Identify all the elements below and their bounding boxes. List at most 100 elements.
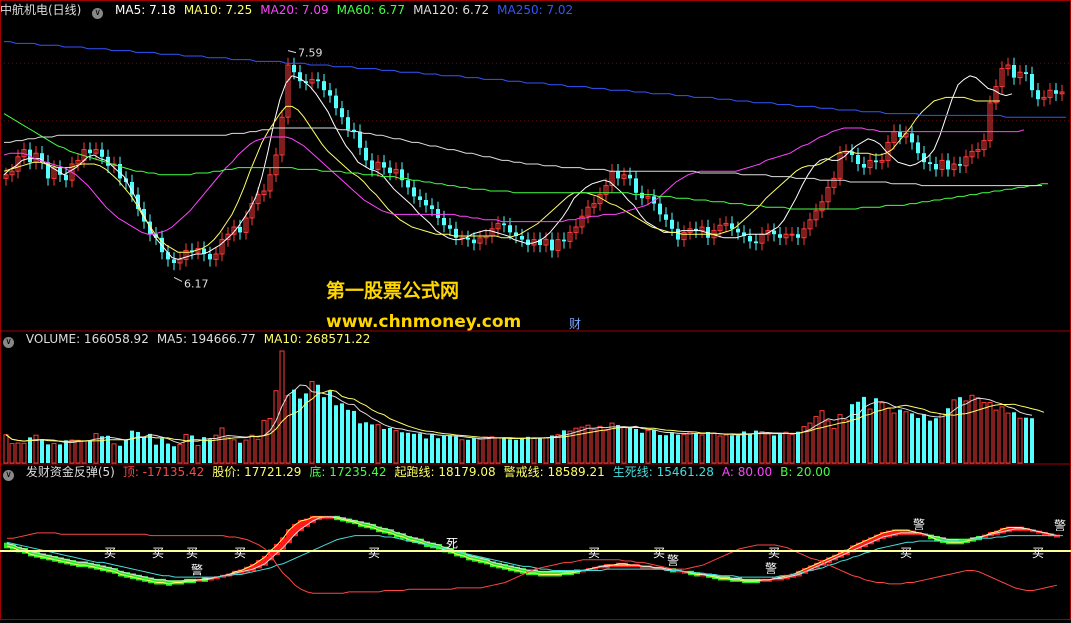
main-indicator-3: MA60: 6.77 <box>336 3 406 17</box>
warn-signal-label: 警 <box>1054 518 1066 533</box>
volume-bar <box>765 433 771 464</box>
collapse-icon[interactable]: ∨ <box>3 337 14 348</box>
volume-bar <box>711 432 717 464</box>
volume-bar <box>142 436 146 463</box>
financial-report-marker[interactable]: 财 <box>569 315 581 332</box>
volume-bar <box>658 434 662 463</box>
volume-bar <box>903 411 909 464</box>
candle-body <box>1036 90 1040 100</box>
candle-body <box>346 117 350 130</box>
candle-body <box>388 167 392 173</box>
volume-bar <box>621 426 627 464</box>
volume-bar <box>358 423 362 463</box>
candle-body <box>550 239 554 251</box>
collapse-icon[interactable]: ∨ <box>3 470 14 481</box>
candle-body <box>526 239 530 245</box>
volume-bar <box>1017 417 1023 464</box>
volume-bar <box>459 439 465 464</box>
warn-signal-label: 警 <box>913 516 925 531</box>
buy-signal-label: 买 <box>368 546 380 560</box>
volume-bar <box>687 431 693 464</box>
candle-body <box>406 180 410 188</box>
signal-indicator-2: 股价: 17721.29 <box>212 465 302 479</box>
volume-bar <box>3 434 9 464</box>
volume-bar <box>819 410 825 464</box>
warn-signal-label: 警 <box>765 560 777 575</box>
buy-signal-label: 买 <box>653 546 665 560</box>
volume-bar <box>219 427 225 464</box>
volume-bar <box>249 434 255 464</box>
volume-bar <box>375 424 381 464</box>
signal-indicator-3: 底: 17235.42 <box>309 465 387 479</box>
volume-bar <box>406 432 410 463</box>
signal-band <box>4 542 10 549</box>
volume-bar <box>502 437 506 463</box>
volume-bar <box>616 424 620 463</box>
volume-bar <box>472 437 476 463</box>
candle-body <box>430 205 434 209</box>
volume-bar <box>645 429 651 464</box>
volume-bar <box>898 409 902 463</box>
volume-bar <box>454 436 458 463</box>
volume-bar <box>999 406 1005 464</box>
candle-body <box>736 228 740 233</box>
main-indicator-4: MA120: 6.72 <box>413 3 490 17</box>
volume-bar <box>202 437 206 463</box>
volume-bar <box>987 402 993 464</box>
volume-bar <box>334 405 338 463</box>
volume-bar <box>1005 412 1011 464</box>
volume-bar <box>322 397 326 463</box>
volume-bar <box>640 432 644 463</box>
volume-bar <box>81 440 87 464</box>
volume-bar <box>316 384 320 463</box>
candle-body <box>748 236 752 242</box>
volume-bar <box>555 434 561 464</box>
candle-body <box>340 108 344 118</box>
candle-body <box>910 133 914 143</box>
volume-bar <box>969 394 975 464</box>
buy-signal-label: 买 <box>1032 546 1044 560</box>
candle-body <box>934 164 938 170</box>
main-indicator-1: MA10: 7.25 <box>183 3 253 17</box>
volume-bar <box>231 439 237 464</box>
collapse-icon[interactable]: ∨ <box>92 8 104 19</box>
volume-bar <box>676 434 680 463</box>
volume-bar <box>46 444 50 463</box>
volume-bar <box>730 435 734 463</box>
volume-bar <box>813 416 819 464</box>
signal-indicator-6: 生死线: 15461.28 <box>612 465 714 479</box>
volume-bar <box>975 397 981 464</box>
volume-bar <box>891 412 897 464</box>
volume-bar <box>436 438 440 463</box>
volume-bar <box>885 408 891 464</box>
death-signal-label: 死 <box>446 537 458 551</box>
frame-border <box>0 0 1071 620</box>
candle-body <box>778 234 782 238</box>
volume-bar <box>597 425 603 464</box>
volume-bar <box>1024 417 1028 463</box>
candle-body <box>358 131 362 148</box>
volume-bar <box>225 436 231 464</box>
volume-bar <box>388 427 392 463</box>
volume-bar <box>531 437 537 464</box>
candle-body <box>664 214 668 220</box>
volume-bar <box>652 429 656 463</box>
warn-signal-label: 警 <box>667 552 679 567</box>
candle-body <box>520 236 524 240</box>
volume-bar <box>634 429 638 463</box>
candle-body <box>334 95 338 109</box>
buy-signal-label: 买 <box>152 546 164 560</box>
low-pointer <box>173 276 183 282</box>
stock-chart-window: 7.59 6.17 买买买买买买买买买买警警警警警死 中航机电(日线) ∨ MA5:… <box>0 0 1071 620</box>
ma-line-ma250 <box>4 41 1066 118</box>
candle-body <box>958 164 962 166</box>
candle-body <box>508 225 512 233</box>
volume-bar <box>292 389 296 463</box>
volume-bar <box>477 438 483 464</box>
volume-bar <box>195 444 201 464</box>
candle-body <box>640 192 644 199</box>
chart-canvas[interactable]: 7.596.17买买买买买买买买买买警警警警 警死 <box>0 0 1071 620</box>
main-panel-header: 中航机电(日线) ∨ MA5: 7.18 MA10: 7.25 MA20: 7.09… <box>0 2 589 19</box>
low-price-label: 6.17 <box>184 277 209 290</box>
candle-body <box>364 147 368 161</box>
